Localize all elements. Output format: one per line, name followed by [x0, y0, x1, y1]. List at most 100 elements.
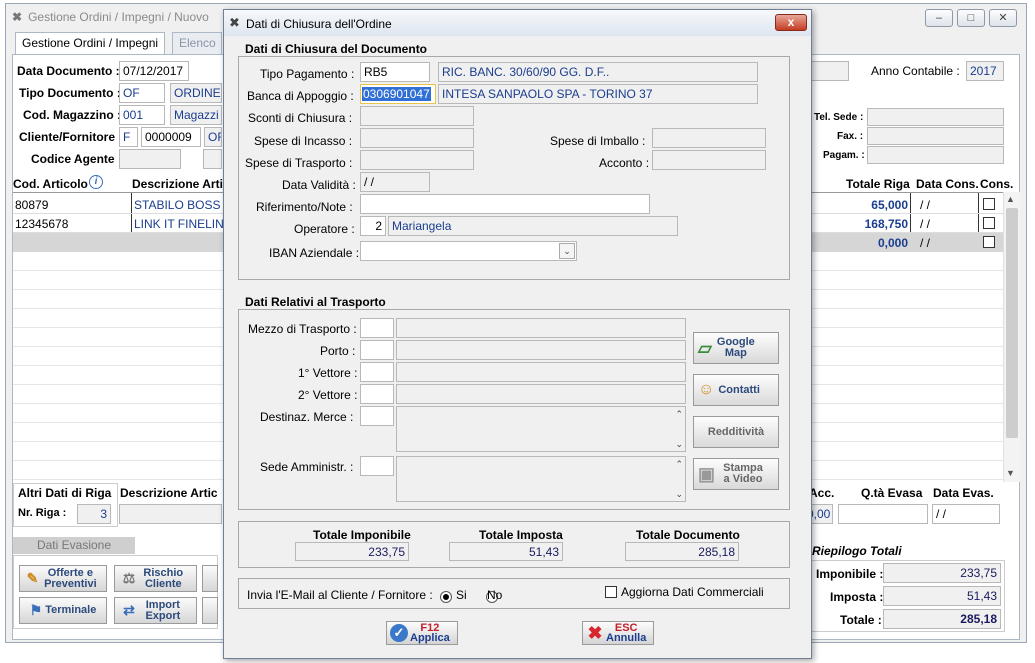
- tipo-documento-code[interactable]: OF: [119, 83, 165, 103]
- main-window-title: ✖ Gestione Ordini / Impegni / Nuovo: [12, 10, 209, 24]
- anno-contabile-label: Anno Contabile :: [871, 64, 960, 78]
- tab-gestione-ordini[interactable]: Gestione Ordini / Impegni: [15, 32, 166, 54]
- sede-amministr-code[interactable]: [360, 456, 394, 476]
- invia-email-label: Invia l'E-Mail al Cliente / Fornitore :: [247, 588, 433, 602]
- cliente-code-field[interactable]: 0000009: [141, 127, 201, 147]
- email-si-radio[interactable]: [440, 590, 452, 603]
- import-export-button[interactable]: ⇄ Import Export: [114, 597, 197, 624]
- dati-evasione-tab[interactable]: Dati Evasione: [13, 537, 135, 554]
- fax-field: [867, 127, 1004, 145]
- scroll-up-icon[interactable]: ▲: [1006, 194, 1015, 204]
- mezzo-trasporto-code[interactable]: [360, 318, 394, 338]
- offerte-preventivi-button[interactable]: ✎ Offerte e Preventivi: [19, 565, 107, 592]
- row-cod: 12345678: [15, 217, 69, 231]
- email-no-label[interactable]: No: [487, 588, 502, 602]
- porto-desc: [396, 340, 686, 360]
- aggiorna-dati-checkbox[interactable]: [605, 586, 617, 598]
- spese-imballo-field[interactable]: [652, 128, 766, 148]
- scroll-thumb[interactable]: [1006, 208, 1018, 438]
- banca-appoggio-label: Banca di Appoggio :: [247, 89, 354, 103]
- anno-contabile-field: 2017: [966, 61, 1004, 81]
- spese-trasporto-field[interactable]: [360, 150, 474, 170]
- tipo-pagamento-code[interactable]: RB5: [360, 62, 430, 82]
- banca-appoggio-desc: INTESA SANPAOLO SPA - TORINO 37: [438, 84, 758, 104]
- sede-amministr-label: Sede Amministr. :: [260, 460, 354, 474]
- iban-aziendale-select[interactable]: ⌄: [360, 241, 577, 261]
- grid-scrollbar[interactable]: ▲ ▼: [1003, 192, 1020, 482]
- cod-magazzino-desc: Magazzi: [170, 105, 222, 125]
- scroll-up-icon[interactable]: ⌃: [675, 459, 683, 470]
- scroll-up-icon[interactable]: ⌃: [675, 409, 683, 420]
- row-totale: 168,750: [864, 217, 908, 231]
- email-si-label[interactable]: Si: [456, 588, 467, 602]
- tab-elenco[interactable]: Elenco: [172, 32, 222, 54]
- row-cons-checkbox[interactable]: [983, 217, 995, 229]
- close-window-button[interactable]: ✕: [989, 9, 1017, 27]
- vettore1-desc: [396, 362, 686, 382]
- data-validita-field[interactable]: / /: [360, 172, 430, 192]
- scroll-down-icon[interactable]: ⌄: [675, 439, 683, 450]
- vettore2-label: 2° Vettore :: [298, 388, 358, 402]
- spese-trasporto-label: Spese di Trasporto :: [245, 156, 353, 170]
- col-totale-riga: Totale Riga: [846, 177, 910, 191]
- spese-incasso-field[interactable]: [360, 128, 474, 148]
- applica-button[interactable]: ✓ F12 Applica: [386, 621, 458, 645]
- cliente-desc-field: OF: [204, 127, 222, 147]
- import-export-icon: ⇄: [123, 602, 135, 618]
- row-cons-checkbox[interactable]: [983, 198, 995, 210]
- cod-magazzino-code[interactable]: 001: [119, 105, 165, 125]
- vettore2-code[interactable]: [360, 384, 394, 404]
- riepilogo-imponibile-label: Imponibile :: [816, 567, 884, 581]
- altri-dati-label: Altri Dati di Riga: [18, 486, 112, 500]
- cod-magazzino-label: Cod. Magazzino :: [23, 108, 121, 122]
- qta-evasa-field[interactable]: [838, 504, 928, 524]
- riepilogo-imposta-label: Imposta :: [830, 590, 884, 604]
- risk-icon: ⚖: [122, 570, 136, 586]
- scroll-down-icon[interactable]: ▼: [1006, 468, 1015, 478]
- chevron-down-icon[interactable]: ⌄: [559, 243, 575, 259]
- mezzo-trasporto-desc: [396, 318, 686, 338]
- descrizione-articolo-field: [119, 504, 222, 524]
- aggiorna-dati-label[interactable]: Aggiorna Dati Commerciali: [621, 585, 764, 599]
- info-icon[interactable]: i: [89, 175, 103, 189]
- data-documento-field[interactable]: 07/12/2017: [119, 61, 189, 81]
- dialog-title: Dati di Chiusura dell'Ordine: [246, 17, 392, 31]
- operatore-code[interactable]: 2: [360, 216, 386, 236]
- contatti-button[interactable]: ☺ Contatti: [693, 374, 779, 406]
- close-dialog-button[interactable]: x: [775, 14, 807, 31]
- banca-appoggio-code[interactable]: 0306901047: [360, 84, 436, 104]
- row-data-cons: / /: [920, 198, 931, 212]
- row-cons-checkbox[interactable]: [983, 236, 995, 248]
- acconto-field[interactable]: [652, 150, 766, 170]
- totale-documento: 285,18: [625, 542, 739, 561]
- mezzo-trasporto-label: Mezzo di Trasporto :: [248, 322, 357, 336]
- tipo-pagamento-label: Tipo Pagamento :: [260, 67, 355, 81]
- codice-agente-desc: [203, 149, 222, 169]
- codice-agente-field[interactable]: [119, 149, 181, 169]
- annulla-button[interactable]: ✖ ESC Annulla: [582, 621, 654, 645]
- codice-agente-label: Codice Agente :: [31, 152, 122, 166]
- google-map-button[interactable]: ▱ Google Map: [693, 332, 779, 364]
- porto-code[interactable]: [360, 340, 394, 360]
- more-button[interactable]: [202, 597, 218, 624]
- vettore1-code[interactable]: [360, 362, 394, 382]
- cliente-type-field[interactable]: F: [119, 127, 138, 147]
- rischio-cliente-button[interactable]: ⚖ Rischio Cliente: [114, 565, 197, 592]
- riferimento-note-field[interactable]: [360, 194, 650, 214]
- destinaz-merce-code[interactable]: [360, 406, 394, 426]
- pagam-field: [867, 146, 1004, 164]
- maximize-button[interactable]: □: [957, 9, 985, 27]
- terminale-button[interactable]: ⚑ Terminale: [19, 597, 107, 624]
- more-button[interactable]: [202, 565, 218, 592]
- tipo-documento-label: Tipo Documento :: [19, 86, 121, 100]
- stampa-video-button[interactable]: ▣ Stampa a Video: [693, 458, 779, 490]
- tipo-documento-desc: ORDINE: [170, 83, 222, 103]
- header-right-field: [809, 61, 849, 81]
- redditivita-button[interactable]: Redditività: [693, 416, 779, 448]
- destinaz-merce-label: Destinaz. Merce :: [260, 410, 354, 424]
- scroll-down-icon[interactable]: ⌄: [675, 489, 683, 500]
- data-evas-field[interactable]: / /: [932, 504, 1000, 524]
- app-icon: ✖: [229, 15, 240, 30]
- minimize-button[interactable]: ‒: [925, 9, 953, 27]
- sconti-chiusura-field[interactable]: [360, 106, 474, 126]
